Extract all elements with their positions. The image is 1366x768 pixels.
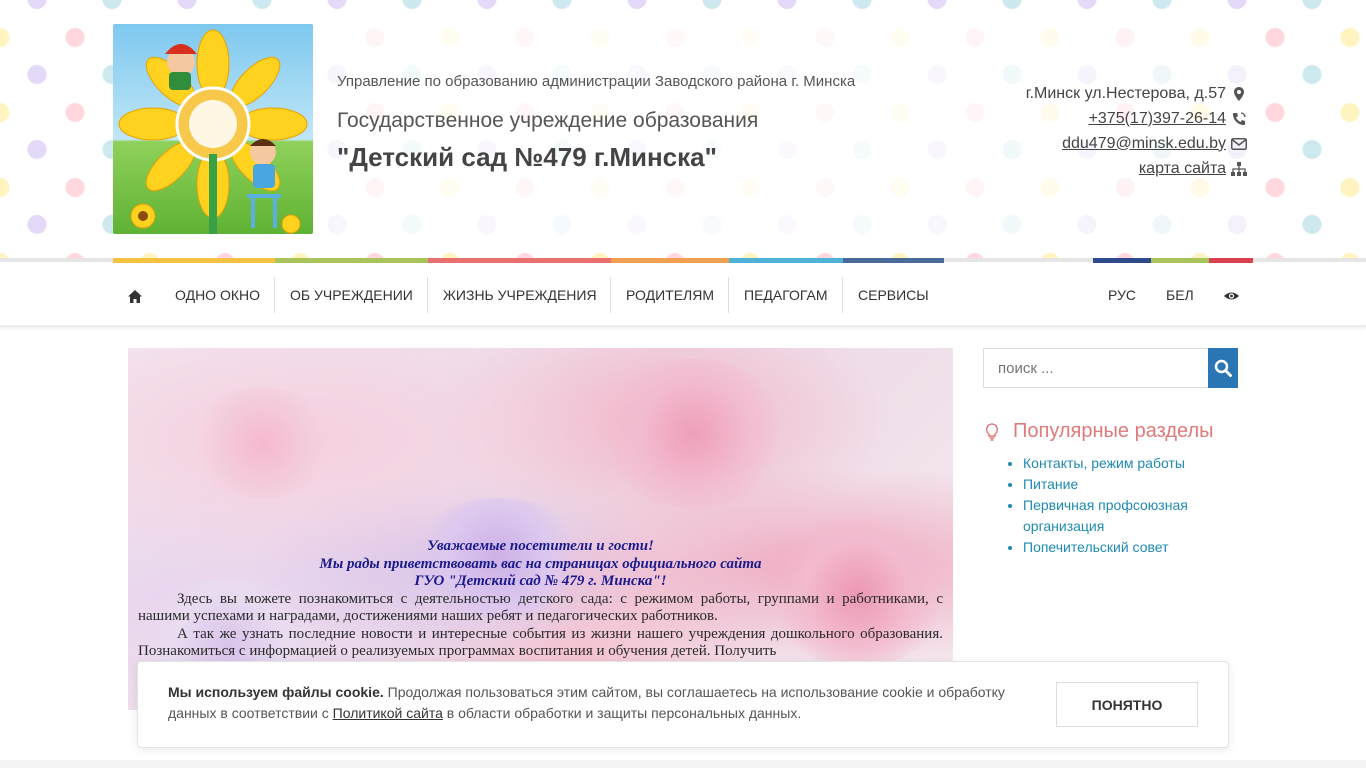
cookie-text-part: в области обработки и защиты персональны… <box>442 705 802 721</box>
greeting-line: Уважаемые посетители и гости! <box>427 538 654 554</box>
eye-icon <box>1224 292 1239 300</box>
popular-link[interactable]: Первичная профсоюзная организация <box>1023 497 1188 534</box>
nav-item-services[interactable]: СЕРВИСЫ <box>843 277 944 313</box>
search-icon <box>1214 359 1232 377</box>
nav-item-life[interactable]: ЖИЗНЬ УЧРЕЖДЕНИЯ <box>428 277 612 313</box>
list-item[interactable]: Контакты, режим работы <box>1023 453 1235 474</box>
contacts-block: г.Минск ул.Нестерова, д.57 +375(17)397-2… <box>1026 81 1250 181</box>
sitemap-icon <box>1228 161 1250 176</box>
accessibility-button[interactable] <box>1209 277 1254 313</box>
cookie-banner: Мы используем файлы cookie. Продолжая по… <box>137 661 1229 748</box>
lang-ru-button[interactable]: РУС <box>1093 277 1151 313</box>
organization-name: "Детский сад №479 г.Минска" <box>337 142 717 172</box>
map-marker-icon <box>1228 86 1250 101</box>
envelope-icon <box>1228 137 1250 150</box>
rose-decoration <box>188 388 338 498</box>
phone-row: +375(17)397-26-14 <box>1026 106 1250 131</box>
popular-link[interactable]: Попечительский совет <box>1023 539 1169 555</box>
popular-link[interactable]: Контакты, режим работы <box>1023 455 1185 471</box>
welcome-text: Уважаемые посетители и гости! Мы рады пр… <box>138 538 943 661</box>
organization-type: Государственное учреждение образования <box>337 109 759 132</box>
privacy-policy-link[interactable]: Политикой сайта <box>333 705 443 721</box>
popular-sections-list: Контакты, режим работы Питание Первичная… <box>1005 453 1235 558</box>
welcome-paragraph: А так же узнать последние новости и инте… <box>138 625 943 660</box>
cookie-accept-button[interactable]: ПОНЯТНО <box>1056 682 1198 727</box>
logo-illustration <box>118 29 308 234</box>
nav-item-teachers[interactable]: ПЕДАГОГАМ <box>729 277 843 313</box>
nav-item-parents[interactable]: РОДИТЕЛЯМ <box>611 277 729 313</box>
sitemap-row: карта сайта <box>1026 156 1250 181</box>
address-text: г.Минск ул.Нестерова, д.57 <box>1025 84 1226 102</box>
greeting-line: Мы рады приветствовать вас на страницах … <box>319 555 762 572</box>
cookie-title: Мы используем файлы cookie. <box>168 684 384 700</box>
welcome-slide: Уважаемые посетители и гости! Мы рады пр… <box>128 348 953 710</box>
main-navigation: ОДНО ОКНО ОБ УЧРЕЖДЕНИИ ЖИЗНЬ УЧРЕЖДЕНИЯ… <box>0 263 1366 327</box>
popular-sections-heading: Популярные разделы <box>985 420 1214 443</box>
search-input[interactable] <box>983 348 1209 388</box>
phone-volume-icon <box>1228 111 1250 126</box>
footer-strip <box>0 760 1366 768</box>
lang-by-button[interactable]: БЕЛ <box>1151 277 1209 313</box>
cookie-message: Мы используем файлы cookie. Продолжая по… <box>168 682 1028 724</box>
phone-link[interactable]: +375(17)397-26-14 <box>1089 109 1226 129</box>
home-nav-button[interactable] <box>113 277 157 313</box>
email-row: ddu479@minsk.edu.by <box>1026 131 1250 156</box>
rose-decoration <box>598 358 788 508</box>
popular-sections-title: Популярные разделы <box>1013 420 1214 442</box>
popular-link[interactable]: Питание <box>1023 476 1078 492</box>
address-row: г.Минск ул.Нестерова, д.57 <box>1026 81 1250 106</box>
welcome-paragraph: Здесь вы можете познакомиться с деятельн… <box>138 590 943 625</box>
greeting-line: ГУО "Детский сад № 479 г. Минска"! <box>414 573 667 589</box>
nav-item-about[interactable]: ОБ УЧРЕЖДЕНИИ <box>275 277 428 313</box>
search-button[interactable] <box>1208 348 1238 388</box>
email-link[interactable]: ddu479@minsk.edu.by <box>1062 134 1226 154</box>
list-item[interactable]: Попечительский совет <box>1023 537 1235 558</box>
list-item[interactable]: Первичная профсоюзная организация <box>1023 495 1235 537</box>
lightbulb-icon <box>985 422 999 441</box>
home-icon <box>128 289 142 303</box>
site-logo[interactable] <box>113 24 313 234</box>
nav-item-one-window[interactable]: ОДНО ОКНО <box>160 277 275 313</box>
parent-organization: Управление по образованию администрации … <box>337 73 856 90</box>
list-item[interactable]: Питание <box>1023 474 1235 495</box>
sitemap-link[interactable]: карта сайта <box>1139 159 1226 179</box>
